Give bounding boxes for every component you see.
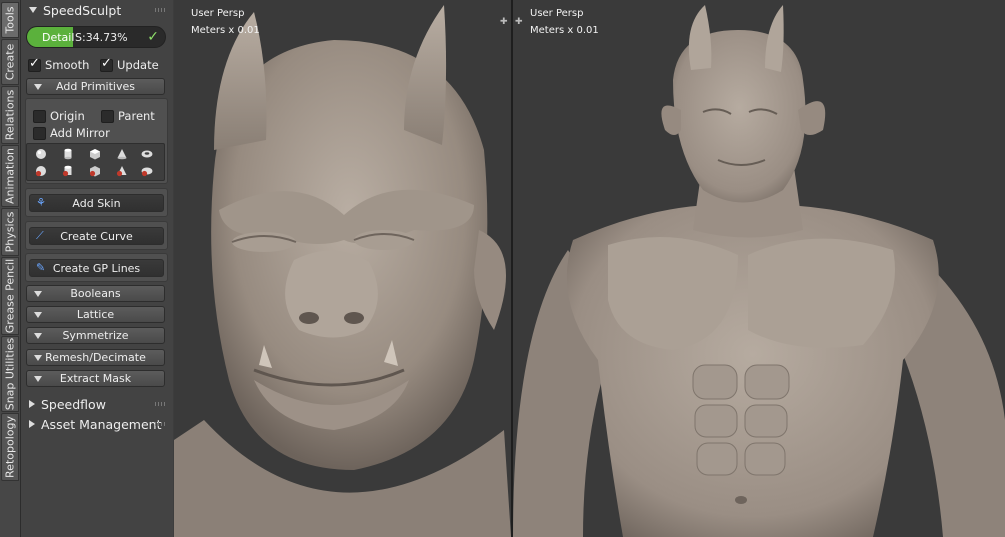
create-curve-label: Create Curve [60,229,133,243]
speedsculpt-title: SpeedSculpt [43,2,122,18]
smooth-label: Smooth [45,58,90,72]
asset-management-label: Asset Management [41,416,162,432]
drag-grip-icon[interactable] [155,8,167,12]
add-mirror-checkbox[interactable]: Add Mirror [33,126,110,140]
drag-grip-icon[interactable] [155,422,167,426]
viewport-left[interactable]: User Persp Meters x 0.01 ✚ [174,0,511,537]
right-view-label: User Persp [530,8,584,19]
sculpt-torso [513,5,1005,537]
smooth-checkbox-box [28,56,41,72]
lattice-label: Lattice [76,308,115,321]
sphere-icon[interactable] [35,148,47,160]
cube-icon[interactable] [89,148,101,160]
origin-label: Origin [50,109,85,123]
asset-management-header[interactable]: Asset Management [21,414,173,434]
detail-slider[interactable]: Detail S:34.73% ✓ [26,26,166,48]
smooth-checkbox[interactable]: Smooth [28,56,90,72]
detail-slider-label: Detail [42,31,75,44]
update-checkbox[interactable]: Update [100,56,159,72]
cylinder-icon[interactable] [62,148,74,160]
tab-animation[interactable]: Animation [1,145,19,207]
tab-grease-pencil[interactable]: Grease Pencil [1,257,19,335]
dropdown-triangle-icon [34,84,42,90]
tab-physics[interactable]: Physics [1,208,19,256]
origin-checkbox-box [33,109,46,123]
tab-tools[interactable]: Tools [1,2,19,38]
add-mirror-label: Add Mirror [50,126,110,140]
tab-retopology[interactable]: Retopology [1,413,19,481]
expand-triangle-icon [29,420,35,428]
tab-create[interactable]: Create [1,39,19,85]
left-units-label: Meters x 0.01 [191,25,260,36]
cylinder-icon[interactable] [62,165,74,177]
remesh-decimate-button[interactable]: Remesh/Decimate [26,349,165,366]
torus-icon[interactable] [141,148,153,160]
sculpt-head-closeup [174,5,511,537]
create-gp-lines-label: Create GP Lines [52,261,141,275]
parent-checkbox-box [101,109,114,123]
tab-snap-utilities-label: Snap Utilities [3,337,17,411]
create-gp-lines-button[interactable]: ✎ Create GP Lines [29,259,164,277]
parent-checkbox[interactable]: Parent [101,109,155,123]
add-primitives-label: Add Primitives [56,80,135,93]
add-mirror-checkbox-box [33,126,46,140]
expand-triangle-icon [29,400,35,408]
speedflow-label: Speedflow [41,396,106,412]
origin-checkbox[interactable]: Origin [33,109,85,123]
right-units-label: Meters x 0.01 [530,25,599,36]
tool-panel: SpeedSculpt Detail S:34.73% ✓ Smooth Upd… [21,0,173,537]
dropdown-triangle-icon [34,312,42,318]
apply-check-icon[interactable]: ✓ [147,29,159,45]
tab-tools-label: Tools [3,6,17,34]
remesh-decimate-label: Remesh/Decimate [45,351,146,364]
vertical-tab-strip: Tools Create Relations Animation Physics… [0,0,21,537]
torus-icon[interactable] [141,165,153,177]
update-label: Update [117,58,159,72]
symmetrize-button[interactable]: Symmetrize [26,327,165,344]
tab-animation-label: Animation [3,147,17,205]
add-skin-label: Add Skin [72,196,121,210]
cone-icon[interactable] [116,165,128,177]
tab-physics-label: Physics [3,211,17,253]
booleans-button[interactable]: Booleans [26,285,165,302]
dropdown-triangle-icon [34,333,42,339]
booleans-label: Booleans [70,287,121,300]
skin-icon: ⚘ [36,196,46,209]
curve-icon: ⟋ [36,229,44,242]
tab-relations-label: Relations [3,89,17,141]
extract-mask-button[interactable]: Extract Mask [26,370,165,387]
cone-icon[interactable] [116,148,128,160]
tab-grease-pencil-label: Grease Pencil [3,258,17,334]
add-skin-button[interactable]: ⚘ Add Skin [29,194,164,212]
viewport-right[interactable]: User Persp Meters x 0.01 ✚ [513,0,1005,537]
primitive-grid [26,143,165,181]
grease-pencil-icon: ✎ [36,261,46,274]
left-view-label: User Persp [191,8,245,19]
dropdown-triangle-icon [34,376,42,382]
collapse-triangle-icon [29,7,37,13]
dropdown-triangle-icon [34,355,42,361]
sphere-icon[interactable] [35,165,47,177]
viewport-split-icon[interactable]: ✚ [500,17,508,27]
parent-label: Parent [118,109,155,123]
speedflow-header[interactable]: Speedflow [21,394,173,414]
tab-relations[interactable]: Relations [1,86,19,144]
add-primitives-button[interactable]: Add Primitives [26,78,165,95]
dropdown-triangle-icon [34,291,42,297]
tab-create-label: Create [3,43,17,81]
update-checkbox-box [100,56,113,72]
tab-retopology-label: Retopology [3,416,17,478]
cube-icon[interactable] [89,165,101,177]
speedsculpt-header[interactable]: SpeedSculpt [21,0,173,20]
extract-mask-label: Extract Mask [59,372,132,385]
symmetrize-label: Symmetrize [62,329,129,342]
detail-slider-value: S:34.73% [75,31,128,44]
lattice-button[interactable]: Lattice [26,306,165,323]
create-curve-button[interactable]: ⟋ Create Curve [29,227,164,245]
tab-snap-utilities[interactable]: Snap Utilities [1,336,19,412]
viewport-split-icon[interactable]: ✚ [515,17,523,27]
drag-grip-icon[interactable] [155,402,167,406]
